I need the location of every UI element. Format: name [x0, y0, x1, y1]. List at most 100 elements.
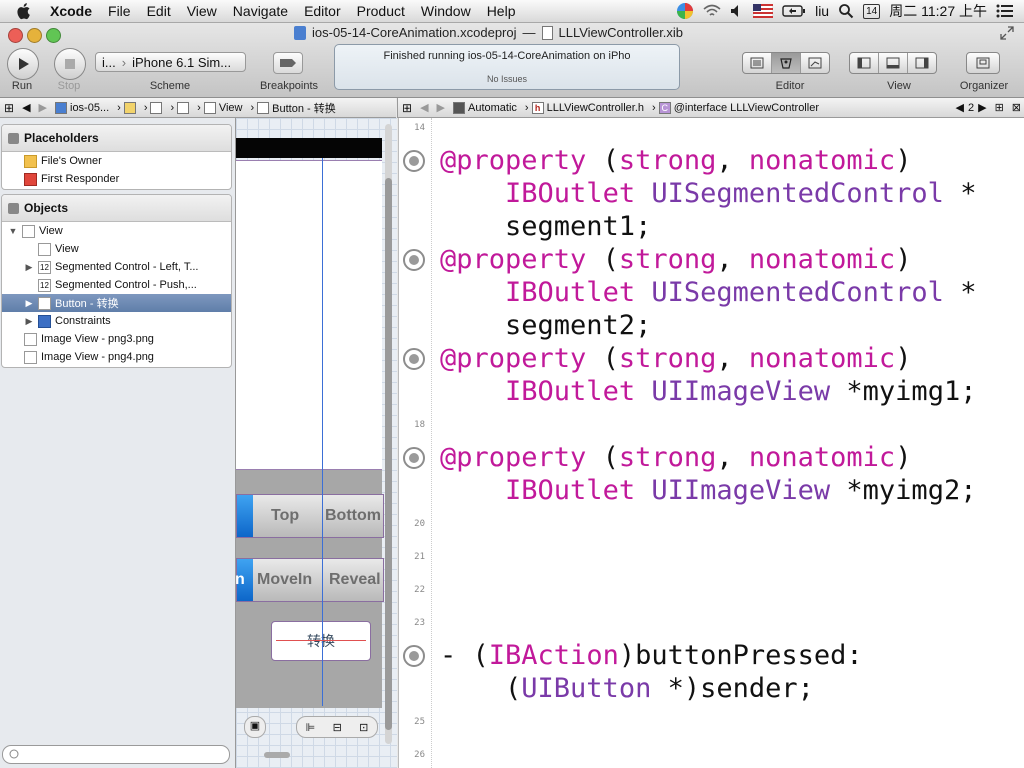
segmented-control-2[interactable]: n MoveIn Reveal [236, 558, 384, 602]
outline-item-imageview-4[interactable]: Image View - png4.png [2, 348, 231, 366]
activity-issues[interactable]: No Issues [335, 74, 679, 84]
menu-navigate[interactable]: Navigate [225, 3, 296, 19]
code-line[interactable]: @property (strong, nonatomic) [440, 243, 911, 276]
code-editor[interactable]: @property (strong, nonatomic) IBOutlet U… [431, 118, 1024, 768]
transform-button[interactable]: 转换 [271, 621, 371, 661]
objects-header[interactable]: Objects [2, 195, 231, 222]
code-line[interactable]: segment1; [440, 210, 651, 243]
counterpart-next-button[interactable]: ▶ [974, 101, 990, 114]
calendar-date-badge[interactable]: 14 [863, 3, 881, 19]
code-line[interactable]: IBOutlet UISegmentedControl * [440, 276, 976, 309]
counterpart-prev-button[interactable]: ◀ [952, 101, 968, 114]
close-window-button[interactable] [8, 28, 23, 43]
stop-button[interactable] [54, 48, 86, 80]
back-button[interactable]: ◀ [18, 101, 34, 114]
code-line[interactable]: IBOutlet UIImageView *myimg2; [440, 474, 976, 507]
outline-item-view[interactable]: ▼ View [2, 222, 231, 240]
outlet-connection-indicator[interactable] [403, 249, 425, 271]
menu-window[interactable]: Window [413, 3, 479, 19]
segment-bottom[interactable]: Bottom [325, 507, 381, 525]
disclosure-triangle-icon[interactable]: ▶ [24, 316, 34, 327]
jump-automatic[interactable]: Automatic [449, 101, 521, 114]
menu-file[interactable]: File [100, 3, 139, 19]
toggle-navigator-button[interactable] [850, 53, 879, 73]
code-line[interactable]: IBOutlet UIImageView *myimg1; [440, 375, 976, 408]
canvas-zoom-icon[interactable]: ▣ [244, 716, 266, 738]
notification-list-icon[interactable] [996, 3, 1014, 19]
disclosure-triangle-icon[interactable]: ▶ [24, 298, 34, 309]
interface-builder-canvas[interactable]: Top Bottom n MoveIn Reveal 转换 ▣ ⊫ ⊟ ⊡ [236, 118, 397, 768]
outline-files-owner[interactable]: File's Owner [2, 152, 231, 170]
outline-item-constraints[interactable]: ▶ Constraints [2, 312, 231, 330]
outline-item-segmented-1[interactable]: ▶ 12 Segmented Control - Left, T... [2, 258, 231, 276]
forward-button[interactable]: ▶ [35, 101, 51, 114]
code-line[interactable]: segment2; [440, 309, 651, 342]
outline-item-segmented-2[interactable]: 12 Segmented Control - Push,... [2, 276, 231, 294]
menu-clock[interactable]: 周二 11:27 上午 [889, 1, 987, 21]
breakpoints-button[interactable] [273, 52, 303, 74]
organizer-button[interactable] [966, 52, 1000, 74]
disclosure-triangle-icon[interactable]: ▼ [8, 226, 18, 236]
outline-item-subview[interactable]: View [2, 240, 231, 258]
add-assistant-icon[interactable]: ⊞ [991, 101, 1008, 114]
placeholders-header[interactable]: Placeholders [2, 125, 231, 152]
align-icon[interactable]: ⊫ [306, 721, 316, 734]
code-line[interactable]: IBOutlet UISegmentedControl * [440, 177, 976, 210]
menu-edit[interactable]: Edit [139, 3, 179, 19]
white-view-area[interactable] [236, 160, 382, 470]
outlet-connection-indicator[interactable] [403, 150, 425, 172]
code-line[interactable]: @property (strong, nonatomic) [440, 342, 911, 375]
us-flag-icon[interactable] [753, 4, 774, 18]
toggle-debug-button[interactable] [879, 53, 908, 73]
standard-editor-button[interactable] [743, 53, 772, 73]
code-line[interactable]: - (IBAction)buttonPressed: [440, 639, 863, 672]
outline-item-button[interactable]: ▶ Button - 转换 [2, 294, 231, 312]
jump-header-file[interactable]: › h LLLViewController.h [521, 101, 648, 114]
battery-icon[interactable] [782, 4, 806, 18]
assistant-editor-button[interactable] [772, 53, 801, 73]
jump-button[interactable]: › Button - 转换 [246, 100, 339, 116]
code-line[interactable]: @property (strong, nonatomic) [440, 144, 911, 177]
close-assistant-icon[interactable]: ⊠ [1008, 101, 1024, 114]
segment-selected[interactable] [237, 495, 253, 537]
jump-folder[interactable]: › [113, 101, 140, 114]
resolve-icon[interactable]: ⊡ [359, 721, 368, 734]
menu-editor[interactable]: Editor [296, 3, 349, 19]
code-line[interactable]: (UIButton *)sender; [440, 672, 814, 705]
wifi-icon[interactable] [703, 4, 721, 18]
segment-selected[interactable]: n [236, 559, 253, 601]
jump-project[interactable]: ios-05... [51, 101, 113, 114]
version-editor-button[interactable] [801, 53, 829, 73]
related-items-icon[interactable]: ⊞ [0, 101, 18, 115]
menu-app-xcode[interactable]: Xcode [42, 3, 100, 19]
color-wheel-icon[interactable] [676, 2, 694, 20]
horizontal-scrollbar-thumb[interactable] [264, 752, 290, 758]
action-connection-indicator[interactable] [403, 645, 425, 667]
segment-top[interactable]: Top [271, 507, 299, 525]
menu-view[interactable]: View [179, 3, 225, 19]
spotlight-search-icon[interactable] [838, 3, 854, 19]
menu-help[interactable]: Help [479, 3, 524, 19]
disclosure-triangle-icon[interactable]: ▶ [24, 262, 34, 273]
run-button[interactable] [7, 48, 39, 80]
related-items-icon[interactable]: ⊞ [398, 101, 416, 115]
zoom-window-button[interactable] [46, 28, 61, 43]
forward-button[interactable]: ▶ [433, 101, 449, 114]
minimize-window-button[interactable] [27, 28, 42, 43]
back-button[interactable]: ◀ [416, 101, 432, 114]
menu-product[interactable]: Product [349, 3, 413, 19]
apple-icon[interactable] [16, 2, 32, 20]
code-line[interactable]: @property (strong, nonatomic) [440, 441, 911, 474]
fullscreen-icon[interactable] [1000, 26, 1014, 43]
scheme-selector[interactable]: i... › iPhone 6.1 Sim... [95, 52, 246, 72]
jump-group-b[interactable]: › [166, 101, 193, 114]
outlet-connection-indicator[interactable] [403, 447, 425, 469]
jump-view[interactable]: › View [193, 101, 246, 114]
segment-movein[interactable]: MoveIn [257, 571, 312, 589]
jump-interface[interactable]: › C @interface LLLViewController [648, 101, 823, 114]
segment-reveal[interactable]: Reveal [329, 571, 381, 589]
outline-item-imageview-3[interactable]: Image View - png3.png [2, 330, 231, 348]
outlet-connection-indicator[interactable] [403, 348, 425, 370]
canvas-scrollbar-thumb[interactable] [385, 178, 392, 730]
segmented-control-1[interactable]: Top Bottom [236, 494, 384, 538]
